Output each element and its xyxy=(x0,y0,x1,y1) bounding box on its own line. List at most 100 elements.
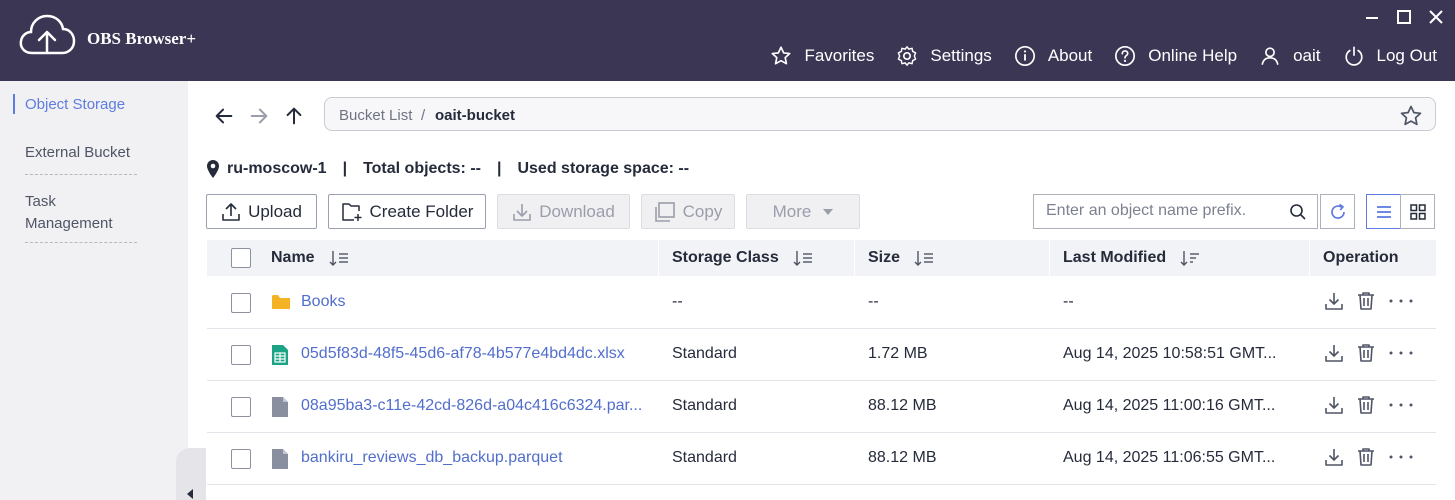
help-icon xyxy=(1115,46,1136,66)
delete-icon[interactable] xyxy=(1356,343,1376,363)
favorites-nav[interactable]: Favorites xyxy=(770,45,874,67)
table-row: 08a95ba3-c11e-42cd-826d-a04c416c6324.par… xyxy=(207,381,1436,433)
sidebar-item-external-bucket[interactable]: External Bucket xyxy=(25,144,130,161)
copy-button[interactable]: Copy xyxy=(641,194,735,229)
row-checkbox[interactable] xyxy=(231,345,251,365)
column-operation-label: Operation xyxy=(1323,249,1399,266)
table-row: 05d5f83d-48f5-45d6-af78-4b577e4bd4dc.xls… xyxy=(207,329,1436,381)
sidebar-divider xyxy=(25,242,137,243)
object-name-link[interactable]: Books xyxy=(301,293,641,311)
file-icon xyxy=(272,397,288,417)
column-divider xyxy=(854,240,855,276)
column-divider xyxy=(1309,240,1310,276)
about-label: About xyxy=(1047,46,1093,65)
minimize-icon[interactable] xyxy=(1363,8,1381,26)
more-dropdown[interactable]: More xyxy=(746,194,860,229)
row-operations xyxy=(1324,343,1426,363)
settings-nav[interactable]: Settings xyxy=(896,45,992,67)
more-actions-icon[interactable] xyxy=(1388,402,1414,408)
sidebar-item-task-management[interactable]: Task Management xyxy=(25,191,135,235)
download-button[interactable]: Download xyxy=(497,194,630,229)
window-controls xyxy=(1363,8,1445,26)
user-icon xyxy=(1261,47,1279,65)
more-actions-icon[interactable] xyxy=(1388,454,1414,460)
maximize-icon[interactable] xyxy=(1395,8,1413,26)
download-icon xyxy=(513,203,531,221)
refresh-button[interactable] xyxy=(1320,194,1355,229)
table-row: bankiru_reviews_db_backup.parquet Standa… xyxy=(207,433,1436,485)
last-modified-cell: Aug 14, 2025 11:00:16 GMT... xyxy=(1063,397,1276,414)
upload-icon xyxy=(222,202,240,221)
row-checkbox[interactable] xyxy=(231,293,251,313)
sidebar-active-indicator xyxy=(13,94,15,114)
size-cell: 88.12 MB xyxy=(868,397,937,414)
download-icon[interactable] xyxy=(1324,447,1344,467)
about-nav[interactable]: About xyxy=(1014,45,1092,67)
select-all-checkbox[interactable] xyxy=(231,248,251,268)
location-pin-icon xyxy=(207,160,219,178)
close-icon[interactable] xyxy=(1427,8,1445,26)
breadcrumb-bucket-list[interactable]: Bucket List xyxy=(339,107,412,124)
forward-button[interactable] xyxy=(247,104,271,128)
delete-icon[interactable] xyxy=(1356,395,1376,415)
sort-icon[interactable] xyxy=(329,250,349,266)
gear-icon xyxy=(898,46,917,66)
search-icon[interactable] xyxy=(1289,203,1307,226)
create-folder-label: Create Folder xyxy=(369,201,474,221)
storage-class-cell: Standard xyxy=(672,449,737,466)
search-input[interactable] xyxy=(1046,202,1286,220)
column-header-operation: Operation xyxy=(1323,249,1399,267)
up-button[interactable] xyxy=(282,104,306,128)
cloud-upload-logo-icon xyxy=(19,14,76,55)
logout-nav[interactable]: Log Out xyxy=(1343,45,1437,67)
sort-icon[interactable] xyxy=(914,250,934,266)
back-button[interactable] xyxy=(212,104,236,128)
upload-button[interactable]: Upload xyxy=(206,194,317,229)
sort-icon[interactable] xyxy=(793,250,813,266)
object-name-link[interactable]: 08a95ba3-c11e-42cd-826d-a04c416c6324.par… xyxy=(301,397,651,415)
row-checkbox[interactable] xyxy=(231,397,251,417)
object-name-link[interactable]: bankiru_reviews_db_backup.parquet xyxy=(301,449,646,467)
size-cell: 1.72 MB xyxy=(868,345,928,362)
download-icon[interactable] xyxy=(1324,395,1344,415)
list-view-button[interactable] xyxy=(1366,194,1401,229)
online-help-nav[interactable]: Online Help xyxy=(1114,45,1237,67)
breadcrumb-separator: / xyxy=(421,107,426,124)
used-storage-label: Used storage space: -- xyxy=(517,160,690,177)
total-objects-label: Total objects: -- xyxy=(363,160,481,177)
delete-icon[interactable] xyxy=(1356,447,1376,467)
app-header: OBS Browser+ Favorites Settings About On… xyxy=(0,0,1455,81)
table-header: Name Storage Class Size Last Modified Op… xyxy=(207,240,1436,276)
download-icon[interactable] xyxy=(1324,343,1344,363)
column-header-storage-class: Storage Class xyxy=(672,249,813,267)
grid-view-button[interactable] xyxy=(1400,194,1435,229)
column-storage-class-label: Storage Class xyxy=(672,249,779,266)
more-actions-icon[interactable] xyxy=(1388,298,1414,304)
row-operations xyxy=(1324,447,1426,467)
power-icon xyxy=(1344,46,1363,66)
object-name-link[interactable]: 05d5f83d-48f5-45d6-af78-4b577e4bd4dc.xls… xyxy=(301,345,646,363)
info-separator: | xyxy=(496,160,502,177)
grid-view-icon xyxy=(1409,203,1426,220)
copy-label: Copy xyxy=(682,201,723,221)
copy-icon xyxy=(654,201,675,222)
download-icon[interactable] xyxy=(1324,291,1344,311)
refresh-icon xyxy=(1330,203,1345,219)
list-view-icon xyxy=(1376,205,1391,218)
column-size-label: Size xyxy=(868,249,901,266)
sort-descending-icon[interactable] xyxy=(1180,250,1200,266)
row-checkbox[interactable] xyxy=(231,449,251,469)
create-folder-button[interactable]: Create Folder xyxy=(328,194,486,229)
upload-label: Upload xyxy=(248,201,302,221)
favorite-star-icon[interactable] xyxy=(1399,104,1423,133)
delete-icon[interactable] xyxy=(1356,291,1376,311)
last-modified-cell: Aug 14, 2025 10:58:51 GMT... xyxy=(1063,345,1277,362)
folder-icon xyxy=(272,295,290,309)
more-actions-icon[interactable] xyxy=(1388,350,1414,356)
column-divider xyxy=(1049,240,1050,276)
sidebar-item-object-storage[interactable]: Object Storage xyxy=(25,96,125,113)
sidebar-divider xyxy=(25,174,137,175)
user-nav[interactable]: oait xyxy=(1259,45,1321,67)
storage-class-cell: Standard xyxy=(672,397,737,414)
region-label: ru-moscow-1 xyxy=(227,160,327,177)
